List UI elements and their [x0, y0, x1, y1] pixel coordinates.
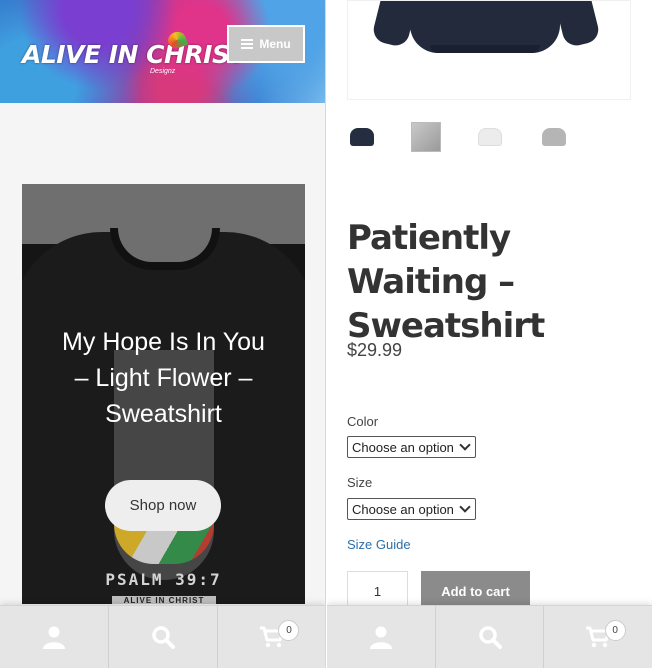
footer-bar: 0 [327, 605, 652, 668]
product-price: $29.99 [347, 340, 403, 360]
product-screen: Patiently Waiting – Sweatshirt $29.99 Co… [327, 0, 652, 668]
cart-button[interactable]: 0 [218, 606, 325, 668]
thumbnail-navy[interactable] [347, 122, 377, 152]
account-button[interactable] [327, 606, 436, 668]
thumbnail-gray[interactable] [411, 122, 441, 152]
product-thumbnails [347, 122, 577, 156]
menu-label: Menu [259, 37, 291, 51]
thumbnail-sweatshirt-icon [478, 128, 502, 146]
product-title: Patiently Waiting – Sweatshirt [347, 218, 545, 346]
search-button[interactable] [436, 606, 545, 668]
size-guide-link[interactable]: Size Guide [347, 537, 411, 552]
search-icon [478, 626, 502, 649]
chevron-down-icon [459, 439, 471, 451]
header-banner: ALIVE IN CHRIST Designz Menu [0, 0, 325, 103]
thumbnail-sweatshirt-icon [350, 128, 374, 146]
color-select[interactable]: Choose an option [347, 436, 476, 458]
user-icon [369, 626, 392, 649]
hero-graphic-text: PSALM 39:7 [105, 570, 222, 589]
thumbnail-white[interactable] [475, 122, 505, 152]
hero-title: My Hope Is In You – Light Flower – Sweat… [62, 328, 265, 428]
color-label: Color [347, 414, 379, 429]
footer-bar: 0 [0, 605, 325, 668]
product-sweatshirt-hem [430, 45, 540, 53]
cart-button[interactable]: 0 [544, 606, 652, 668]
menu-button[interactable]: Menu [227, 25, 305, 63]
thumbnail-light-gray[interactable] [539, 122, 569, 152]
chevron-down-icon [459, 501, 471, 513]
thumbnail-sweatshirt-icon [542, 128, 566, 146]
logo-tagline: Designz [150, 68, 176, 75]
shop-now-button[interactable]: Shop now [105, 480, 221, 531]
product-main-image[interactable] [347, 0, 631, 100]
hamburger-icon [241, 39, 254, 49]
color-select-value: Choose an option [352, 439, 454, 455]
size-select-value: Choose an option [352, 501, 454, 517]
site-logo[interactable]: ALIVE IN CHRIST [22, 40, 247, 69]
account-button[interactable] [0, 606, 109, 668]
search-icon [152, 626, 175, 649]
search-button[interactable] [109, 606, 218, 668]
hero-slide[interactable]: PSALM 39:7 ALIVE IN CHRIST My Hope Is In… [22, 184, 305, 604]
home-screen: ALIVE IN CHRIST Designz Menu PSALM 39:7 … [0, 0, 326, 668]
cart-count-badge: 0 [604, 620, 626, 641]
size-select[interactable]: Choose an option [347, 498, 476, 520]
hero-graphic-brand: ALIVE IN CHRIST [112, 596, 216, 604]
size-label: Size [347, 475, 373, 490]
user-icon [43, 626, 65, 649]
cart-count-badge: 0 [278, 620, 300, 641]
